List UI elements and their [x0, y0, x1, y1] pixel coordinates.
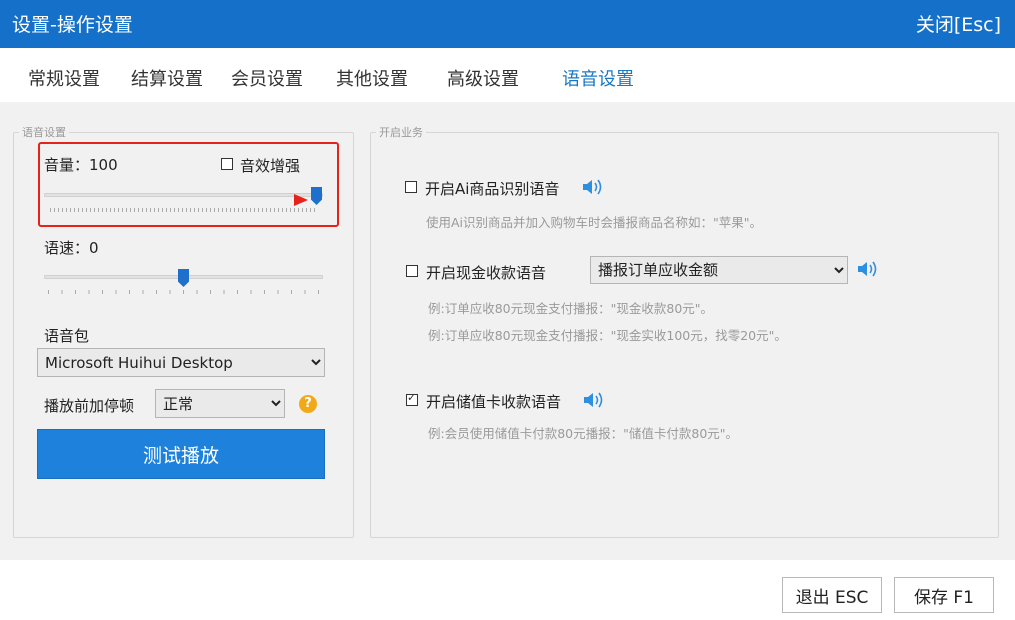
cash-voice-hint-1: 例:订单应收80元现金支付播报："现金收款80元"。: [428, 301, 714, 316]
voice-settings-legend: 语音设置: [22, 126, 66, 139]
exit-button[interactable]: 退出 ESC: [782, 577, 882, 613]
stored-card-voice-label: 开启储值卡收款语音: [426, 393, 562, 411]
stored-card-speaker-icon[interactable]: [583, 391, 605, 409]
enhance-checkbox[interactable]: [221, 158, 233, 170]
help-icon[interactable]: ?: [299, 395, 317, 413]
close-button[interactable]: 关闭[Esc]: [916, 10, 1001, 37]
test-play-button[interactable]: 测试播放: [37, 429, 325, 479]
enhance-label: 音效增强: [240, 157, 301, 175]
ai-voice-label: 开启Ai商品识别语音: [425, 180, 560, 198]
red-arrow-annotation: [120, 194, 308, 206]
business-legend: 开启业务: [379, 126, 423, 139]
speed-slider-ticks: [48, 290, 320, 294]
voice-package-label: 语音包: [44, 327, 90, 345]
cash-voice-checkbox[interactable]: [406, 265, 418, 277]
tab-voice[interactable]: 语音设置: [562, 65, 634, 91]
pause-label: 播放前加停顿: [44, 397, 135, 415]
tab-checkout[interactable]: 结算设置: [131, 65, 203, 91]
volume-slider-ticks: [50, 208, 318, 212]
cash-speaker-icon[interactable]: [857, 260, 879, 278]
ai-speaker-icon[interactable]: [582, 178, 604, 196]
speed-label: 语速：0: [44, 239, 99, 257]
cash-voice-hint-2: 例:订单应收80元现金支付播报："现金实收100元，找零20元"。: [428, 328, 787, 343]
save-button[interactable]: 保存 F1: [894, 577, 994, 613]
volume-label: 音量：100: [44, 156, 118, 174]
window-title: 设置-操作设置: [12, 14, 133, 36]
tab-bar: 常规设置 结算设置 会员设置 其他设置 高级设置 语音设置: [0, 48, 1015, 102]
stored-card-voice-hint: 例:会员使用储值卡付款80元播报："储值卡付款80元"。: [428, 426, 739, 441]
stored-card-voice-checkbox[interactable]: [406, 391, 418, 406]
tab-member[interactable]: 会员设置: [231, 65, 303, 91]
ai-voice-checkbox[interactable]: [405, 181, 417, 193]
voice-package-select[interactable]: Microsoft Huihui Desktop: [37, 348, 325, 377]
cash-voice-label: 开启现金收款语音: [426, 264, 547, 282]
cash-broadcast-select[interactable]: 播报订单应收金额: [590, 256, 848, 284]
tab-general[interactable]: 常规设置: [28, 65, 100, 91]
tab-advanced[interactable]: 高级设置: [447, 65, 519, 91]
pause-select[interactable]: 正常: [155, 389, 285, 418]
title-bar: 设置-操作设置 关闭[Esc]: [0, 0, 1015, 48]
ai-voice-hint: 使用Ai识别商品并加入购物车时会播报商品名称如："苹果"。: [426, 215, 763, 230]
tab-other[interactable]: 其他设置: [336, 65, 408, 91]
